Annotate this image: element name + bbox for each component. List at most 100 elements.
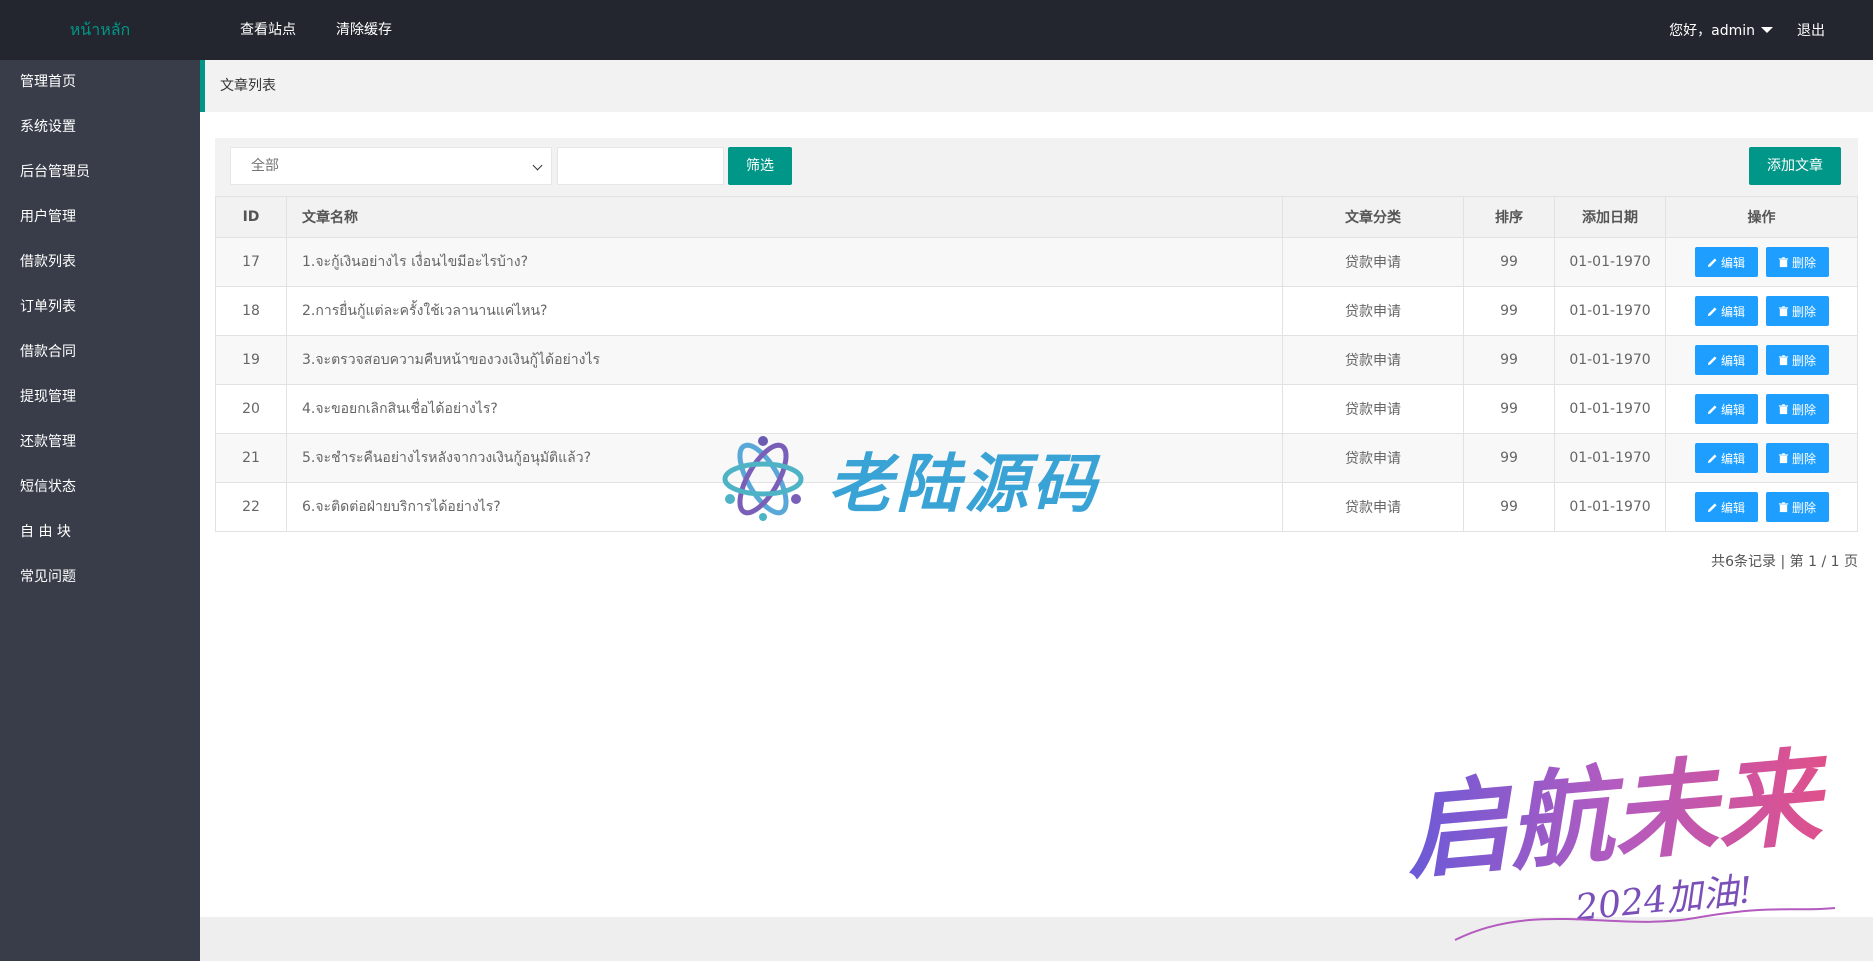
sidebar-item-sms-status[interactable]: 短信状态 bbox=[0, 465, 200, 510]
edit-button[interactable]: 编辑 bbox=[1694, 247, 1758, 277]
delete-button[interactable]: 删除 bbox=[1765, 345, 1829, 375]
cell-title: 3.จะตรวจสอบความคืบหน้าของวงเงินกู้ได้อย่… bbox=[286, 335, 1283, 385]
cell-sort: 99 bbox=[1463, 482, 1555, 532]
sidebar-item-free-blocks[interactable]: 自 由 块 bbox=[0, 510, 200, 555]
user-greeting: 您好，admin bbox=[1669, 23, 1755, 39]
edit-button[interactable]: 编辑 bbox=[1694, 394, 1758, 424]
delete-label: 删除 bbox=[1791, 255, 1816, 270]
corner-watermark: 启航未来 2024加油! bbox=[1400, 735, 1836, 941]
cell-sort: 99 bbox=[1463, 384, 1555, 434]
trash-icon bbox=[1778, 354, 1789, 365]
table-row: 17 1.จะกู้เงินอย่างไร เงื่อนไขมีอะไรบ้าง?… bbox=[215, 237, 1858, 287]
delete-label: 删除 bbox=[1791, 402, 1816, 417]
cell-title: 2.การยื่นกู้แต่ละครั้งใช้เวลานานแค่ไหน? bbox=[286, 286, 1283, 336]
delete-label: 删除 bbox=[1791, 500, 1816, 515]
header-actions: 操作 bbox=[1665, 196, 1858, 238]
table-row: 19 3.จะตรวจสอบความคืบหน้าของวงเงินกู้ได้อ… bbox=[215, 335, 1858, 385]
cell-date: 01-01-1970 bbox=[1554, 286, 1666, 336]
delete-label: 删除 bbox=[1791, 451, 1816, 466]
pagination-info: 共6条记录 | 第 1 / 1 页 bbox=[1711, 554, 1858, 570]
top-nav: 查看站点 清除缓存 bbox=[220, 0, 412, 60]
cell-actions: 编辑 删除 bbox=[1665, 335, 1858, 385]
sidebar-item-repayments[interactable]: 还款管理 bbox=[0, 420, 200, 465]
sidebar-item-contracts[interactable]: 借款合同 bbox=[0, 330, 200, 375]
delete-button[interactable]: 删除 bbox=[1765, 492, 1829, 522]
cell-sort: 99 bbox=[1463, 433, 1555, 483]
delete-button[interactable]: 删除 bbox=[1765, 394, 1829, 424]
trash-icon bbox=[1778, 256, 1789, 267]
cell-sort: 99 bbox=[1463, 335, 1555, 385]
logout-link[interactable]: 退出 bbox=[1785, 0, 1837, 60]
sidebar-item-admins[interactable]: 后台管理员 bbox=[0, 150, 200, 195]
cell-actions: 编辑 删除 bbox=[1665, 433, 1858, 483]
cell-id: 22 bbox=[215, 482, 287, 532]
edit-icon bbox=[1707, 453, 1717, 463]
edit-button[interactable]: 编辑 bbox=[1694, 345, 1758, 375]
trash-icon bbox=[1778, 403, 1789, 414]
edit-button[interactable]: 编辑 bbox=[1694, 296, 1758, 326]
cell-date: 01-01-1970 bbox=[1554, 237, 1666, 287]
breadcrumb: 文章列表 bbox=[200, 60, 1873, 112]
edit-icon bbox=[1707, 502, 1717, 512]
cell-category: 贷款申请 bbox=[1282, 237, 1464, 287]
cell-actions: 编辑 删除 bbox=[1665, 237, 1858, 287]
logo[interactable]: หน้าหลัก bbox=[0, 0, 200, 60]
top-bar: หน้าหลัก 查看站点 清除缓存 您好，admin 退出 bbox=[0, 0, 1873, 60]
user-area: 您好，admin 退出 bbox=[1657, 0, 1837, 60]
edit-label: 编辑 bbox=[1720, 353, 1745, 368]
delete-button[interactable]: 删除 bbox=[1765, 247, 1829, 277]
delete-label: 删除 bbox=[1791, 304, 1816, 319]
cell-actions: 编辑 删除 bbox=[1665, 482, 1858, 532]
sidebar-item-system-settings[interactable]: 系统设置 bbox=[0, 105, 200, 150]
cell-date: 01-01-1970 bbox=[1554, 433, 1666, 483]
delete-label: 删除 bbox=[1791, 353, 1816, 368]
add-article-button[interactable]: 添加文章 bbox=[1749, 147, 1841, 185]
cell-category: 贷款申请 bbox=[1282, 286, 1464, 336]
trash-icon bbox=[1778, 305, 1789, 316]
caret-down-icon bbox=[1761, 27, 1773, 33]
sidebar-item-faq[interactable]: 常见问题 bbox=[0, 555, 200, 600]
view-site-link[interactable]: 查看站点 bbox=[220, 0, 316, 60]
trash-icon bbox=[1778, 452, 1789, 463]
sidebar-item-withdrawals[interactable]: 提现管理 bbox=[0, 375, 200, 420]
category-select[interactable]: 全部 bbox=[230, 147, 552, 185]
cell-date: 01-01-1970 bbox=[1554, 482, 1666, 532]
header-category: 文章分类 bbox=[1282, 196, 1464, 238]
cell-category: 贷款申请 bbox=[1282, 384, 1464, 434]
cell-sort: 99 bbox=[1463, 286, 1555, 336]
cell-actions: 编辑 删除 bbox=[1665, 286, 1858, 336]
edit-button[interactable]: 编辑 bbox=[1694, 443, 1758, 473]
header-title: 文章名称 bbox=[286, 196, 1283, 238]
edit-icon bbox=[1707, 306, 1717, 316]
cell-id: 17 bbox=[215, 237, 287, 287]
center-watermark-text: 老陆源码 bbox=[828, 448, 1100, 522]
sidebar-item-loans[interactable]: 借款列表 bbox=[0, 240, 200, 285]
cell-title: 1.จะกู้เงินอย่างไร เงื่อนไขมีอะไรบ้าง? bbox=[286, 237, 1283, 287]
user-menu[interactable]: 您好，admin bbox=[1657, 0, 1785, 60]
edit-label: 编辑 bbox=[1720, 402, 1745, 417]
cell-category: 贷款申请 bbox=[1282, 433, 1464, 483]
table-row: 18 2.การยื่นกู้แต่ละครั้งใช้เวลานานแค่ไหน… bbox=[215, 286, 1858, 336]
cell-id: 19 bbox=[215, 335, 287, 385]
cell-category: 贷款申请 bbox=[1282, 482, 1464, 532]
center-watermark: 老陆源码 bbox=[720, 433, 1100, 525]
keyword-input[interactable] bbox=[557, 147, 724, 185]
edit-label: 编辑 bbox=[1720, 500, 1745, 515]
sidebar-item-users[interactable]: 用户管理 bbox=[0, 195, 200, 240]
sidebar-item-dashboard[interactable]: 管理首页 bbox=[0, 60, 200, 105]
header-id: ID bbox=[215, 196, 287, 238]
cell-category: 贷款申请 bbox=[1282, 335, 1464, 385]
clear-cache-link[interactable]: 清除缓存 bbox=[316, 0, 412, 60]
table-row: 20 4.จะขอยกเลิกสินเชื่อได้อย่างไร? 贷款申请 99 0… bbox=[215, 384, 1858, 434]
filter-toolbar: 全部 筛选 添加文章 bbox=[215, 138, 1858, 196]
sidebar: 管理首页 系统设置 后台管理员 用户管理 借款列表 订单列表 借款合同 提现管理… bbox=[0, 60, 200, 961]
sidebar-item-orders[interactable]: 订单列表 bbox=[0, 285, 200, 330]
filter-button[interactable]: 筛选 bbox=[728, 147, 792, 185]
delete-button[interactable]: 删除 bbox=[1765, 296, 1829, 326]
cell-title: 4.จะขอยกเลิกสินเชื่อได้อย่างไร? bbox=[286, 384, 1283, 434]
cell-id: 21 bbox=[215, 433, 287, 483]
edit-button[interactable]: 编辑 bbox=[1694, 492, 1758, 522]
delete-button[interactable]: 删除 bbox=[1765, 443, 1829, 473]
header-sort: 排序 bbox=[1463, 196, 1555, 238]
edit-label: 编辑 bbox=[1720, 255, 1745, 270]
